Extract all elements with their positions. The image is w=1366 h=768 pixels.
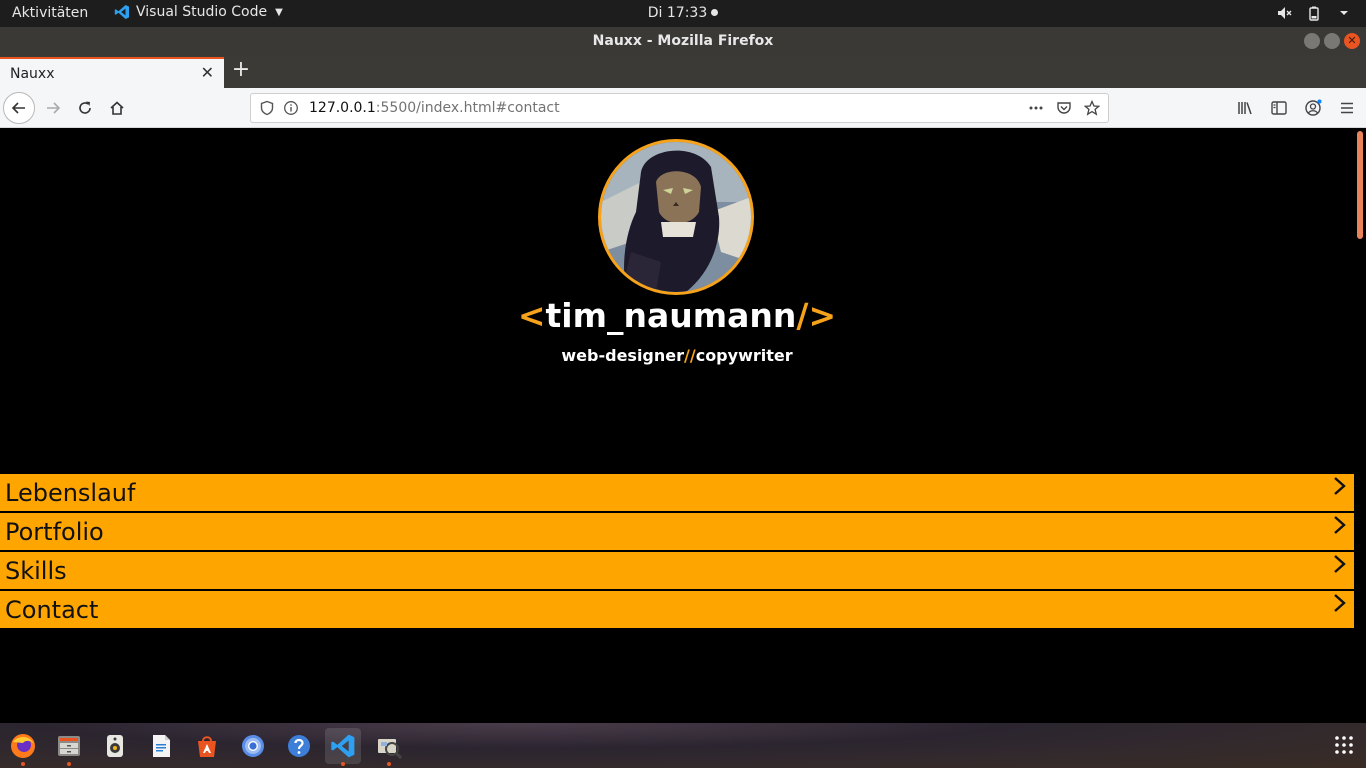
home-icon [110,101,124,115]
subtitle-role-a: web-designer [561,346,685,365]
accordion-menu: Lebenslauf Portfolio Skills Contact [0,474,1354,630]
dock-help[interactable] [281,728,317,764]
chevron-right-icon [1334,477,1346,495]
navigation-toolbar: 127.0.0.1:5500/index.html#contact [0,88,1366,128]
hamburger-menu-icon[interactable] [1338,99,1356,117]
dock-rhythmbox[interactable] [97,728,133,764]
menu-item-portfolio[interactable]: Portfolio [0,513,1354,552]
page-content: <tim_naumann/> web-designer//copywriter … [0,129,1354,723]
menu-item-label: Skills [5,556,67,585]
forward-button[interactable] [37,92,69,124]
minimize-button[interactable] [1304,33,1320,49]
app-menu[interactable]: Visual Studio Code ▼ [114,4,283,20]
chevron-right-icon [1334,594,1346,612]
tab-nauxx[interactable]: Nauxx ✕ [0,57,224,88]
dock-files[interactable] [51,728,87,766]
window-titlebar: Nauxx - Mozilla Firefox ✕ [0,27,1366,55]
chevron-right-icon [1334,516,1346,534]
site-subtitle: web-designer//copywriter [0,346,1354,365]
notification-dot-icon [711,9,719,16]
help-icon [288,735,310,757]
title-open-bracket: < [517,296,546,335]
subtitle-separator: // [684,346,696,365]
arrow-right-icon [47,102,61,114]
dock-firefox[interactable] [5,728,41,766]
info-icon[interactable] [283,100,299,116]
tab-label: Nauxx [10,65,55,82]
library-icon[interactable] [1236,99,1254,117]
url-path: :5500/index.html#contact [375,100,560,116]
title-close-bracket: /> [796,296,837,335]
close-tab-icon[interactable]: ✕ [201,63,214,82]
file-cabinet-icon [58,736,80,756]
cat-hoodie-photo [601,142,751,292]
maximize-button[interactable] [1324,33,1340,49]
account-icon[interactable] [1304,99,1322,117]
firefox-icon [11,734,35,758]
back-button[interactable] [3,92,35,124]
screenshot-icon [378,739,402,759]
running-indicator [21,762,25,766]
dock-writer[interactable] [143,728,179,764]
more-actions-icon[interactable] [1028,100,1044,116]
window-title: Nauxx - Mozilla Firefox [592,33,774,49]
clock-text: Di 17:33 [647,5,708,21]
vscode-icon [331,734,355,758]
menu-item-label: Lebenslauf [5,478,136,507]
sidebar-icon[interactable] [1270,99,1288,117]
activities-button[interactable]: Aktivitäten [12,5,88,21]
scrollbar-thumb[interactable] [1357,131,1363,239]
chromium-icon [242,735,264,757]
subtitle-role-b: copywriter [695,346,793,365]
running-indicator [67,762,71,766]
volume-muted-icon[interactable] [1276,5,1292,21]
reload-button[interactable] [69,92,101,124]
menu-item-contact[interactable]: Contact [0,591,1354,630]
app-name: Visual Studio Code [136,4,268,20]
running-indicator [341,762,345,766]
menu-item-label: Portfolio [5,517,104,546]
home-button[interactable] [101,92,133,124]
speaker-icon [107,735,123,757]
show-applications-icon[interactable] [1334,735,1354,755]
page-scrollbar[interactable] [1354,129,1366,723]
shield-icon[interactable] [259,100,275,116]
battery-icon[interactable] [1306,5,1322,21]
system-tray[interactable] [1276,5,1352,21]
dock-software[interactable] [189,728,225,764]
dock-vscode[interactable] [325,728,361,766]
gnome-top-bar: Aktivitäten Visual Studio Code ▼ Di 17:3… [0,0,1366,27]
software-bag-icon [198,736,216,757]
url-bar[interactable]: 127.0.0.1:5500/index.html#contact [250,93,1109,123]
menu-item-lebenslauf[interactable]: Lebenslauf [0,474,1354,513]
close-window-button[interactable]: ✕ [1344,33,1360,49]
new-tab-button[interactable]: + [230,59,252,81]
chevron-right-icon [1334,555,1346,573]
document-icon [153,735,170,757]
clock[interactable]: Di 17:33 [647,5,719,21]
vscode-icon [114,5,129,19]
running-indicator [387,762,391,766]
site-title: <tim_naumann/> [0,296,1354,335]
menu-item-skills[interactable]: Skills [0,552,1354,591]
avatar [598,139,754,295]
chevron-down-icon[interactable] [1336,5,1352,21]
chevron-down-icon: ▼ [275,6,283,18]
dock-screenshot[interactable] [371,728,407,766]
dock [0,723,1366,768]
tab-bar: Nauxx ✕ + [0,55,1366,88]
dock-chromium[interactable] [235,728,271,764]
title-name: tim_naumann [545,296,797,335]
url-host: 127.0.0.1 [309,100,376,116]
pocket-icon[interactable] [1056,100,1072,116]
bookmark-star-icon[interactable] [1084,100,1100,116]
menu-item-label: Contact [5,595,99,624]
arrow-left-icon [11,102,25,114]
reload-icon [79,101,91,114]
